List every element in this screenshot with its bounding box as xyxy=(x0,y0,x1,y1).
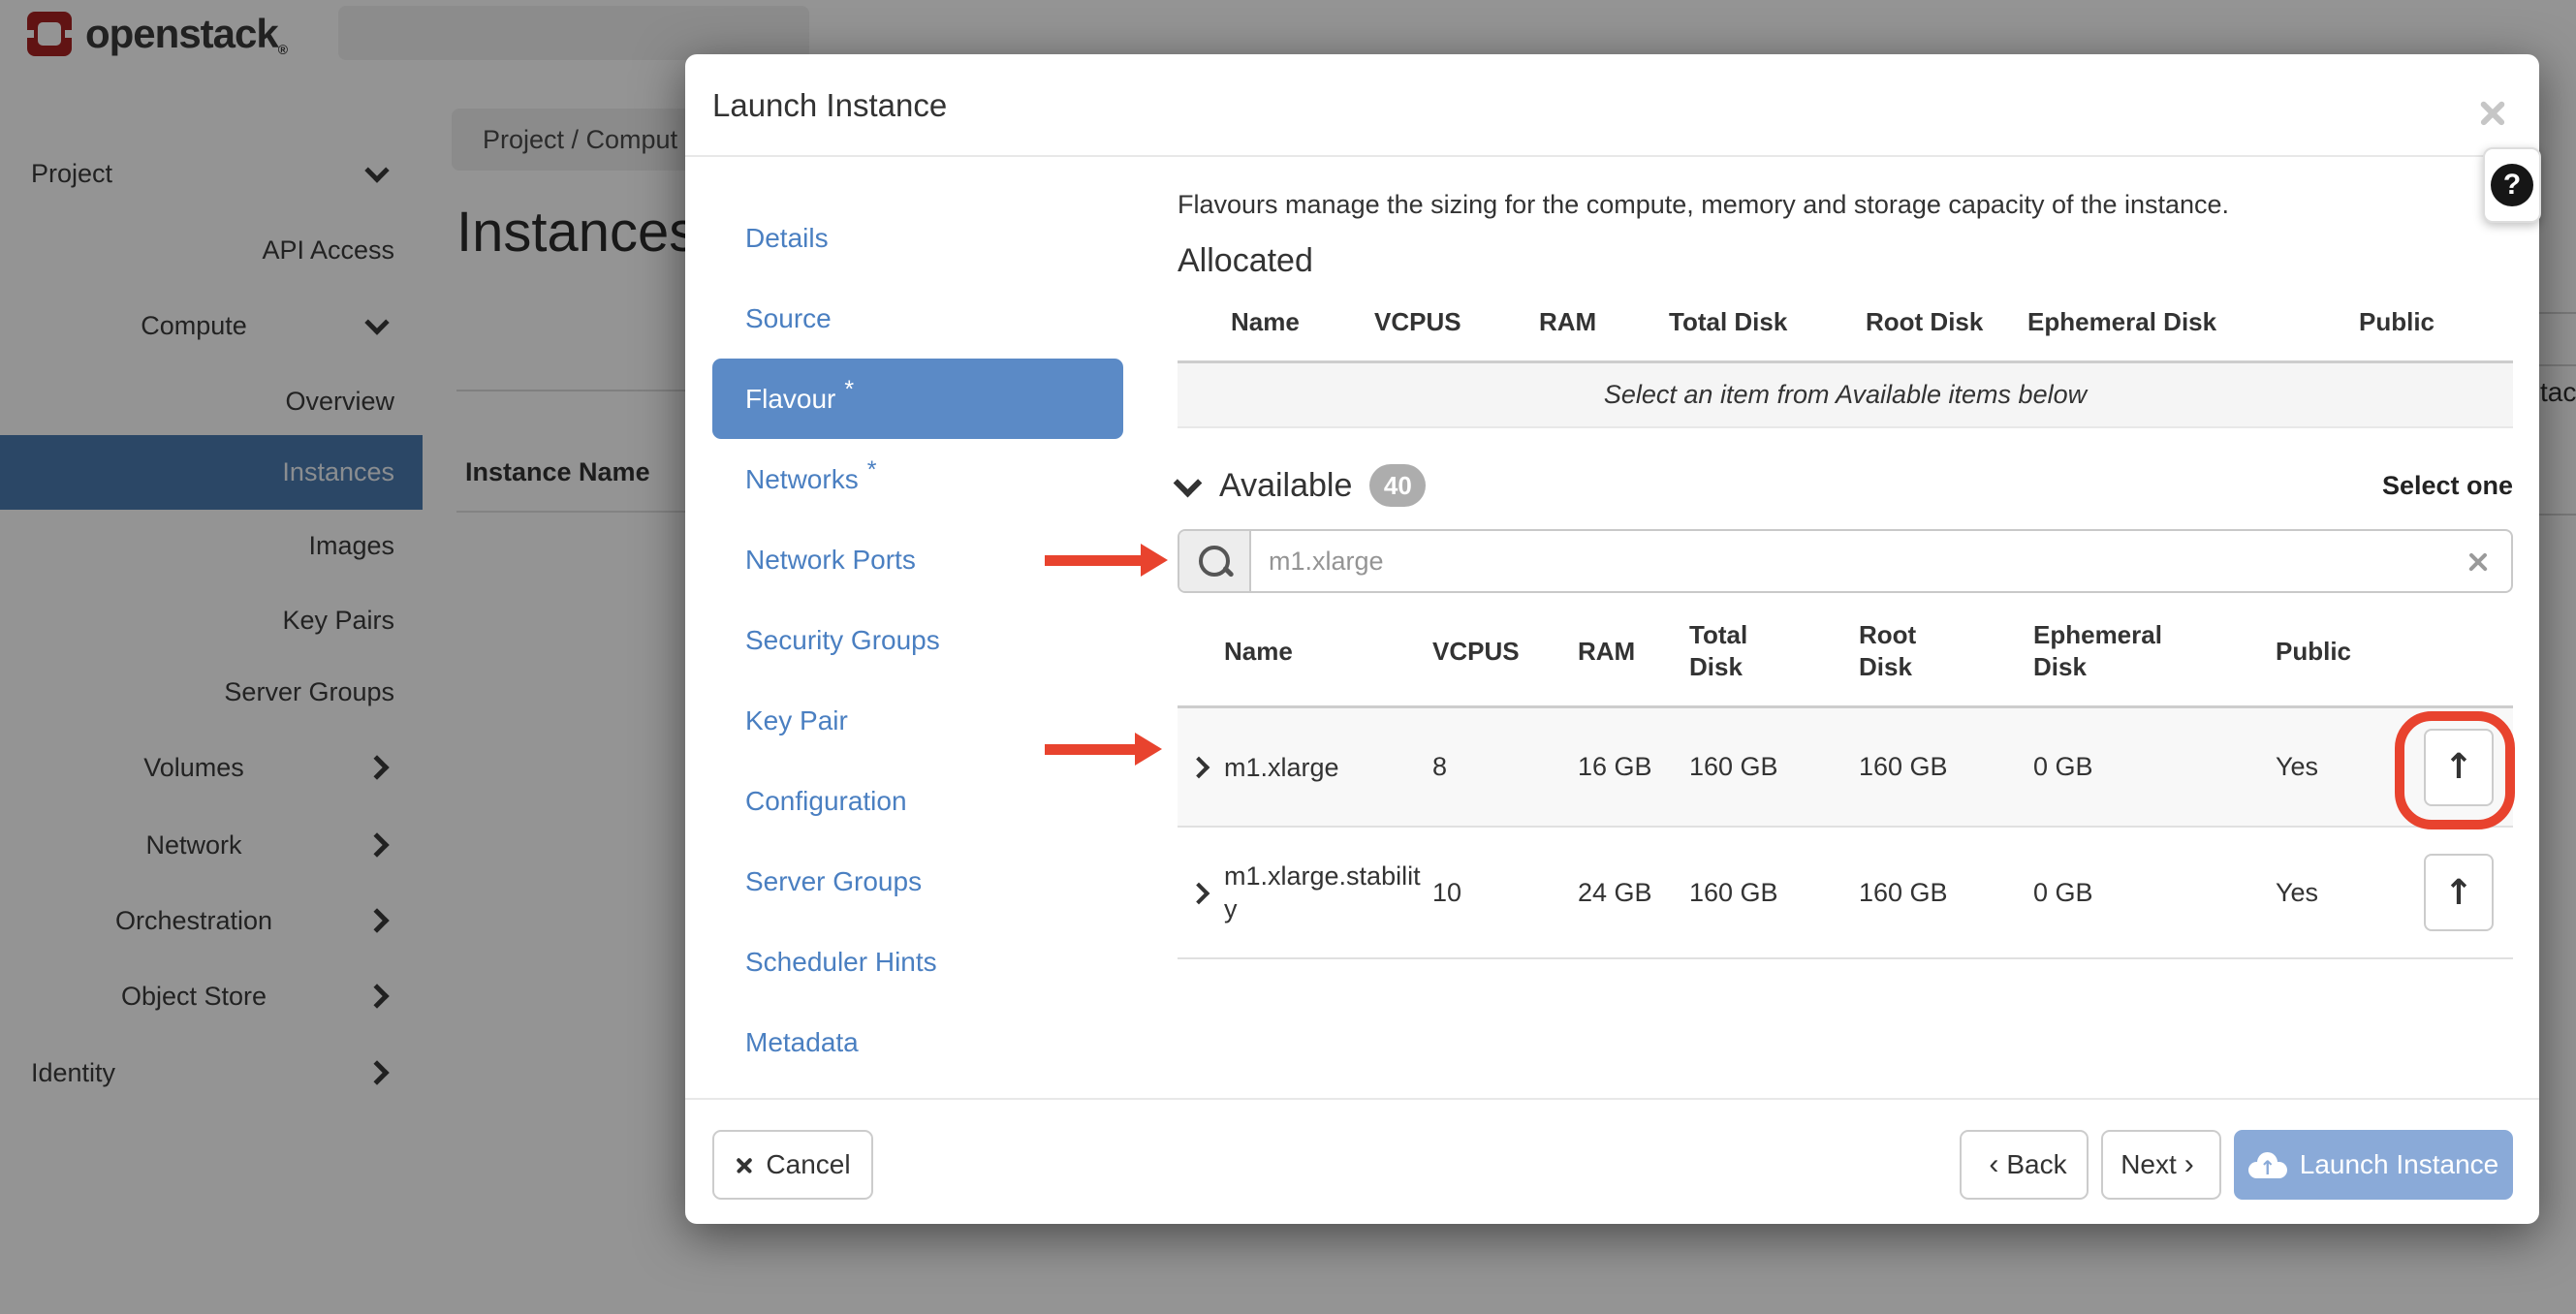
tab-server-groups[interactable]: Server Groups xyxy=(712,841,1123,922)
tab-networks[interactable]: Networks* xyxy=(712,439,1123,519)
tab-security-groups[interactable]: Security Groups xyxy=(712,600,1123,680)
wizard-nav: Details Source Flavour* Networks* Networ… xyxy=(712,198,1123,1082)
expand-row-icon[interactable] xyxy=(1178,752,1224,782)
cloud-upload-icon: ↑ xyxy=(2248,1152,2287,1178)
col-total-disk: TotalDisk xyxy=(1689,619,1859,683)
app-root: openstack® Project API Access Compute Ov… xyxy=(0,0,2576,1314)
col-name: Name xyxy=(1224,636,1432,668)
col-root-disk: Root Disk xyxy=(1866,306,2027,338)
col-name: Name xyxy=(1178,306,1374,338)
modal-title: Launch Instance xyxy=(712,54,947,157)
tab-scheduler-hints[interactable]: Scheduler Hints xyxy=(712,922,1123,1002)
flavour-row-m1-xlarge-stability[interactable]: m1.xlarge.stability 10 24 GB 160 GB 160 … xyxy=(1178,826,2513,959)
x-icon xyxy=(735,1155,754,1174)
available-section-bar: Available 40 Select one xyxy=(1178,461,2513,510)
collapse-chevron-icon[interactable] xyxy=(1174,468,1203,497)
col-ephemeral-disk: Ephemeral Disk xyxy=(2027,306,2359,338)
flavour-total-disk: 160 GB xyxy=(1689,878,1859,908)
arrow-up-icon: ↑ xyxy=(2444,873,2473,913)
footer-divider xyxy=(685,1098,2539,1100)
allocated-heading: Allocated xyxy=(1178,242,1313,280)
available-count-badge: 40 xyxy=(1369,464,1426,507)
search-icon xyxy=(1199,546,1230,577)
required-asterisk: * xyxy=(844,376,854,404)
col-ephemeral-disk: EphemeralDisk xyxy=(2033,619,2276,683)
launch-instance-modal: Launch Instance ? Details Source Flavour… xyxy=(685,54,2539,1224)
col-public: Public xyxy=(2276,636,2403,668)
cancel-button[interactable]: Cancel xyxy=(712,1130,873,1200)
flavour-ram: 16 GB xyxy=(1578,752,1689,782)
flavour-public: Yes xyxy=(2276,752,2403,782)
col-vcpus: VCPUS xyxy=(1374,306,1539,338)
col-vcpus: VCPUS xyxy=(1432,636,1578,668)
flavour-public: Yes xyxy=(2276,878,2403,908)
flavour-ephemeral-disk: 0 GB xyxy=(2033,752,2276,782)
flavour-search xyxy=(1178,529,2513,593)
flavour-ephemeral-disk: 0 GB xyxy=(2033,878,2276,908)
col-total-disk: Total Disk xyxy=(1669,306,1866,338)
tab-configuration[interactable]: Configuration xyxy=(712,761,1123,841)
flavour-ram: 24 GB xyxy=(1578,878,1689,908)
col-public: Public xyxy=(2359,306,2513,338)
annotation-circle-allocate-button xyxy=(2395,711,2515,829)
next-button[interactable]: Next› xyxy=(2101,1130,2221,1200)
allocate-flavour-button[interactable]: ↑ xyxy=(2424,854,2494,931)
tab-metadata[interactable]: Metadata xyxy=(712,1002,1123,1082)
launch-instance-button[interactable]: ↑Launch Instance xyxy=(2234,1130,2513,1200)
clear-search-icon[interactable] xyxy=(2466,549,2490,573)
flavour-name: m1.xlarge.stability xyxy=(1224,860,1432,925)
tab-source[interactable]: Source xyxy=(712,278,1123,359)
flavour-name: m1.xlarge xyxy=(1224,751,1432,784)
col-root-disk: RootDisk xyxy=(1859,619,2033,683)
tab-details[interactable]: Details xyxy=(712,198,1123,278)
col-ram: RAM xyxy=(1578,636,1689,668)
flavour-row-m1-xlarge[interactable]: m1.xlarge 8 16 GB 160 GB 160 GB 0 GB Yes… xyxy=(1178,705,2513,826)
expand-row-icon[interactable] xyxy=(1178,878,1224,908)
available-table-header: Name VCPUS RAM TotalDisk RootDisk Epheme… xyxy=(1178,612,2513,690)
required-asterisk: * xyxy=(867,456,877,485)
search-input[interactable] xyxy=(1251,531,2466,591)
back-button[interactable]: ‹Back xyxy=(1960,1130,2089,1200)
available-heading: Available xyxy=(1219,467,1352,505)
col-ram: RAM xyxy=(1539,306,1669,338)
flavour-vcpus: 8 xyxy=(1432,752,1578,782)
select-one-hint: Select one xyxy=(2382,471,2513,501)
flavour-total-disk: 160 GB xyxy=(1689,752,1859,782)
chevron-right-icon: › xyxy=(2184,1148,2194,1181)
search-addon xyxy=(1179,531,1251,591)
flavour-vcpus: 10 xyxy=(1432,878,1578,908)
chevron-left-icon: ‹ xyxy=(1989,1148,1998,1181)
annotation-arrow-row xyxy=(1045,744,1136,755)
tab-flavour[interactable]: Flavour* xyxy=(712,359,1123,439)
flavour-root-disk: 160 GB xyxy=(1859,752,2033,782)
step-description: Flavours manage the sizing for the compu… xyxy=(1178,190,2229,220)
flavour-root-disk: 160 GB xyxy=(1859,878,2033,908)
allocated-table-header: Name VCPUS RAM Total Disk Root Disk Ephe… xyxy=(1178,302,2513,341)
annotation-arrow-search xyxy=(1045,555,1142,566)
flavour-step-content: Flavours manage the sizing for the compu… xyxy=(1178,54,2513,1224)
allocated-empty-message: Select an item from Available items belo… xyxy=(1178,360,2513,428)
